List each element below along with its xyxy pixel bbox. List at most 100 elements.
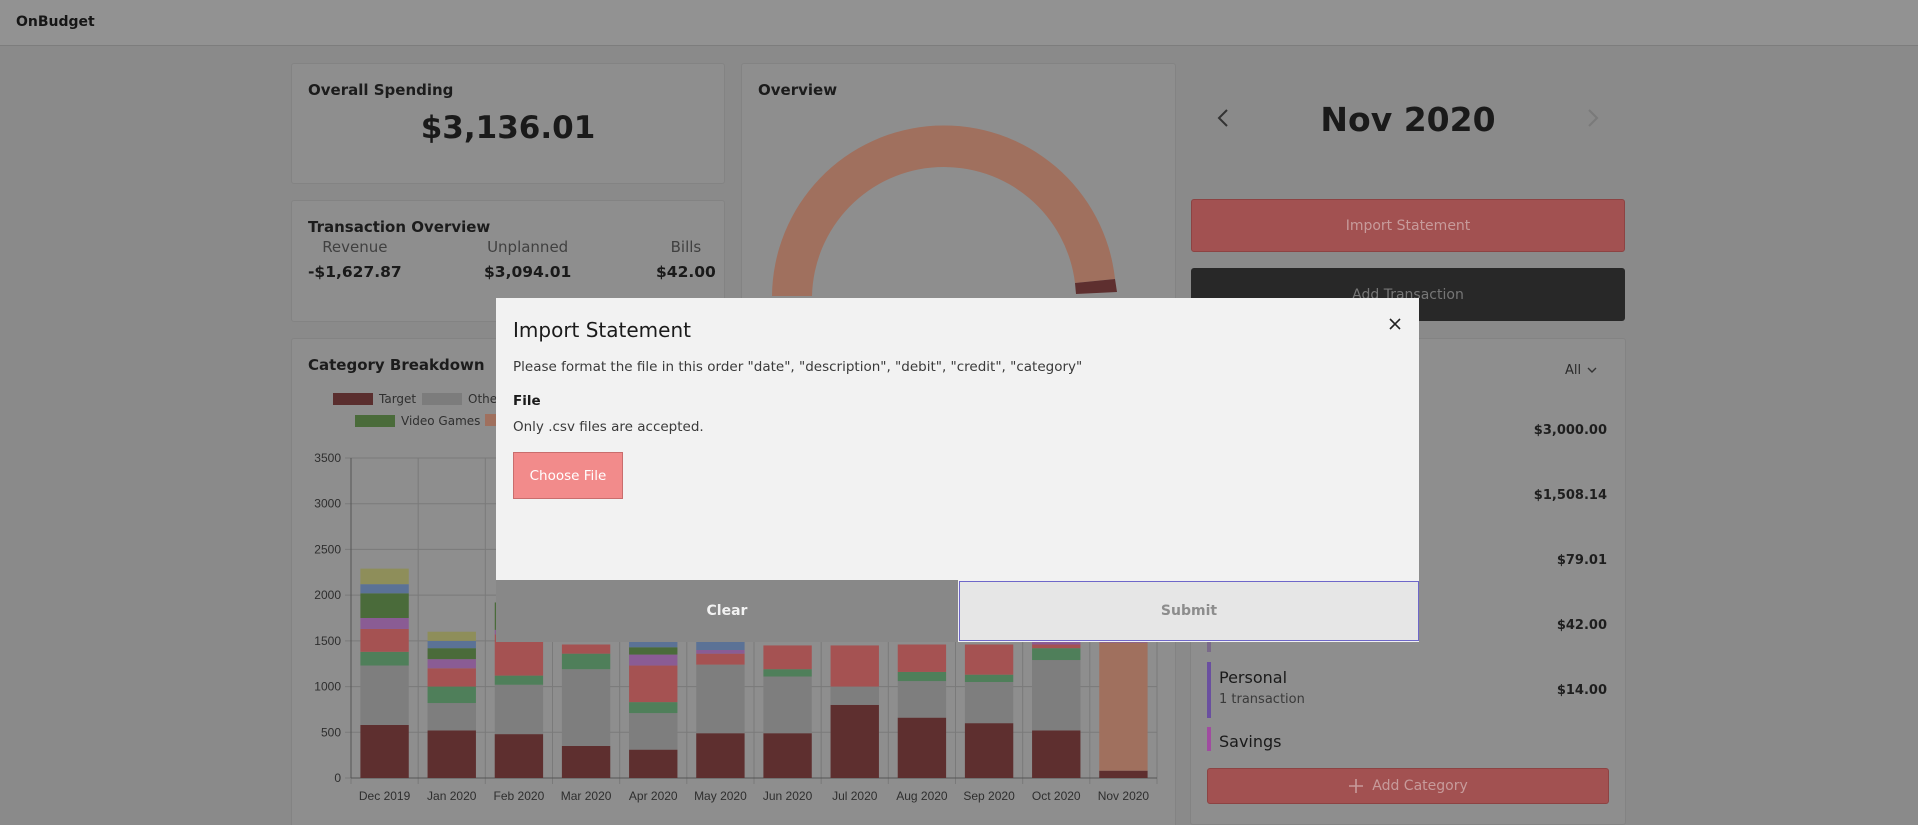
bar-segment <box>360 584 409 594</box>
revenue-label: Revenue <box>322 238 388 256</box>
bar-segment <box>494 734 544 778</box>
overall-spending-card: Overall Spending $3,136.01 <box>291 63 725 184</box>
bar-segment <box>561 746 611 778</box>
bar-segment <box>830 704 879 778</box>
bar-segment <box>696 653 745 665</box>
brand-logo[interactable]: OnBudget <box>16 14 95 30</box>
overview-donut <box>772 125 1117 296</box>
bar-segment <box>360 618 409 629</box>
clear-button[interactable]: Clear <box>496 580 958 642</box>
file-label: File <box>513 393 541 409</box>
x-tick-label: Jun 2020 <box>763 789 813 803</box>
bar-segment <box>763 676 812 734</box>
choose-file-button[interactable]: Choose File <box>513 452 623 499</box>
category-amount-personal: $14.00 <box>1556 683 1607 698</box>
bar-segment <box>427 703 476 731</box>
bar-segment <box>696 733 745 778</box>
bar-segment <box>763 645 812 670</box>
add-category-button[interactable]: Add Category <box>1207 768 1609 804</box>
plus-icon <box>1349 779 1364 793</box>
bar-segment <box>494 684 544 735</box>
overall-spending-amount: $3,136.01 <box>420 110 596 146</box>
bar-segment <box>629 749 678 778</box>
bar-segment <box>427 640 476 649</box>
donut-slice-main[interactable] <box>772 125 1115 296</box>
bar-segment <box>763 733 812 778</box>
bar-segment <box>629 641 678 648</box>
x-tick-label: Feb 2020 <box>494 789 545 803</box>
y-tick-label: 3500 <box>314 451 341 465</box>
chevron-right-icon[interactable] <box>1580 106 1604 130</box>
bar-segment <box>360 628 409 652</box>
category-filter[interactable]: All <box>1565 363 1597 378</box>
bar-segment <box>629 702 678 714</box>
category-color-bar-savings <box>1207 727 1211 751</box>
modal-footer: Clear Submit <box>496 580 1419 642</box>
top-navbar: OnBudget <box>0 0 1918 46</box>
unplanned-label: Unplanned <box>487 238 569 256</box>
bar-segment <box>1032 730 1081 778</box>
bar-segment <box>1032 644 1081 649</box>
bar-segment <box>897 681 947 718</box>
close-icon[interactable] <box>1385 314 1405 334</box>
bar-segment <box>360 568 409 585</box>
bar-segment <box>629 665 678 703</box>
bar-segment <box>1099 642 1148 771</box>
category-count-personal: 1 transaction <box>1219 692 1305 707</box>
transaction-overview-title: Transaction Overview <box>308 218 491 236</box>
month-title: Nov 2020 <box>1320 100 1496 139</box>
bar-segment <box>830 645 879 687</box>
file-hint: Only .csv files are accepted. <box>513 419 704 435</box>
bar-segment <box>629 647 678 655</box>
x-tick-label: Apr 2020 <box>629 789 678 803</box>
bar-segment <box>427 730 476 778</box>
chevron-down-icon <box>1587 367 1597 373</box>
bar-segment <box>696 650 745 654</box>
bar-segment <box>897 644 947 672</box>
bar-segment <box>1032 648 1081 661</box>
overview-card: Overview <box>741 63 1176 322</box>
add-category-label: Add Category <box>1372 778 1468 794</box>
bar-segment <box>561 669 611 746</box>
bar-segment <box>897 717 947 778</box>
x-tick-label: Aug 2020 <box>896 789 948 803</box>
bar-segment <box>360 651 409 666</box>
y-tick-label: 2000 <box>314 588 341 602</box>
bar-segment <box>427 648 476 660</box>
bar-segment <box>494 675 544 685</box>
category-amount: $42.00 <box>1556 618 1607 633</box>
y-tick-label: 3000 <box>314 497 341 511</box>
bar-segment <box>830 686 879 705</box>
bar-segment <box>561 644 611 654</box>
bar-segment <box>427 686 476 704</box>
category-amount: $3,000.00 <box>1533 423 1607 438</box>
overall-spending-title: Overall Spending <box>308 81 454 99</box>
x-tick-label: Mar 2020 <box>561 789 612 803</box>
month-navigator: Nov 2020 <box>1190 98 1626 142</box>
bar-segment <box>629 713 678 750</box>
y-tick-label: 1500 <box>314 634 341 648</box>
import-statement-modal: Import Statement Please format the file … <box>496 298 1419 642</box>
y-tick-label: 500 <box>321 725 341 739</box>
category-color-bar-personal <box>1207 662 1211 718</box>
x-tick-label: Oct 2020 <box>1032 789 1081 803</box>
x-tick-label: Sep 2020 <box>963 789 1015 803</box>
bar-segment <box>1032 641 1081 645</box>
category-amount: $1,508.14 <box>1533 488 1607 503</box>
modal-description: Please format the file in this order "da… <box>513 359 1083 375</box>
bar-segment <box>360 665 409 725</box>
modal-title: Import Statement <box>513 318 691 342</box>
x-tick-label: May 2020 <box>694 789 747 803</box>
bills-label: Bills <box>670 238 702 256</box>
import-statement-button[interactable]: Import Statement <box>1191 199 1625 252</box>
submit-button[interactable]: Submit <box>959 581 1419 641</box>
bar-segment <box>360 593 409 618</box>
category-name-personal[interactable]: Personal <box>1219 668 1287 687</box>
x-tick-label: Nov 2020 <box>1098 789 1150 803</box>
bills-value: $42.00 <box>656 263 716 281</box>
x-tick-label: Jan 2020 <box>427 789 477 803</box>
x-tick-label: Dec 2019 <box>359 789 411 803</box>
bar-segment <box>964 674 1014 682</box>
y-tick-label: 0 <box>334 771 341 785</box>
category-name-savings[interactable]: Savings <box>1219 732 1282 751</box>
